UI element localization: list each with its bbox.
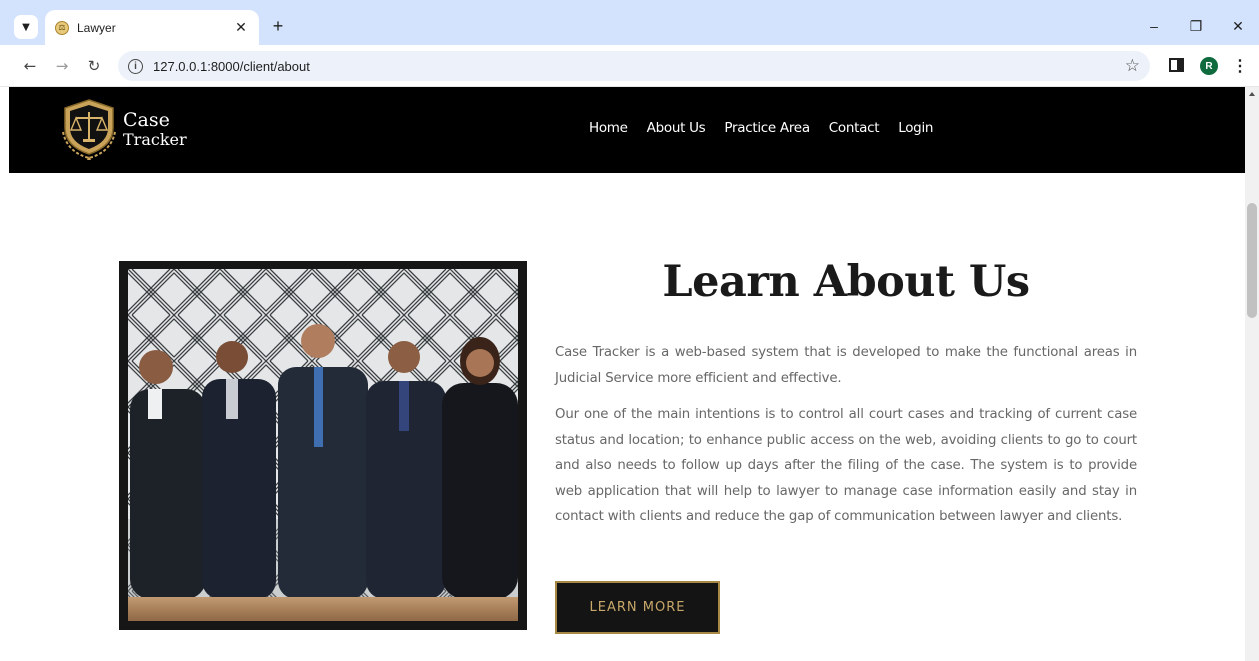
balance-scale-logo-icon: [62, 99, 116, 160]
info-icon[interactable]: i: [128, 58, 143, 74]
new-tab-icon[interactable]: +: [266, 14, 290, 38]
close-icon[interactable]: ✕: [233, 19, 249, 36]
reload-icon[interactable]: ↻: [82, 54, 106, 78]
forward-icon[interactable]: →: [50, 54, 74, 78]
page-scrollbar[interactable]: [1245, 87, 1259, 661]
about-paragraph-2: Our one of the main intentions is to con…: [555, 407, 1137, 524]
window-close-icon[interactable]: ✕: [1217, 12, 1259, 40]
menu-kebab-icon[interactable]: ⋮: [1232, 54, 1248, 78]
bookmark-star-icon[interactable]: ☆: [1125, 56, 1140, 76]
browser-toolbar: ← → ↻ i 127.0.0.1:8000/client/about ☆ R …: [0, 45, 1259, 87]
url-text[interactable]: 127.0.0.1:8000/client/about: [153, 59, 1125, 74]
tab-search-icon[interactable]: ▼: [14, 15, 38, 39]
tab-title: Lawyer: [77, 20, 116, 35]
restore-icon[interactable]: ❐: [1175, 12, 1217, 40]
address-bar[interactable]: i 127.0.0.1:8000/client/about ☆: [118, 51, 1150, 81]
window-controls: – ❐ ✕: [1133, 12, 1259, 40]
balance-scale-favicon-icon: ⚖: [55, 20, 69, 35]
logo-wordmark: Case Tracker: [123, 108, 187, 149]
browser-tab[interactable]: ⚖ Lawyer ✕: [45, 10, 259, 45]
side-panel-icon[interactable]: [1169, 58, 1184, 72]
nav-login[interactable]: Login: [898, 120, 933, 136]
main-menu: Home About Us Practice Area Contact Logi…: [589, 120, 933, 136]
minimize-icon[interactable]: –: [1133, 12, 1175, 40]
logo-line-tracker: Tracker: [123, 129, 187, 149]
browser-tabstrip: ▼ ⚖ Lawyer ✕ + – ❐ ✕: [0, 0, 1259, 45]
about-paragraph-1: Case Tracker is a web-based system that …: [555, 345, 1137, 386]
back-icon[interactable]: ←: [18, 54, 42, 78]
scrollbar-thumb[interactable]: [1247, 203, 1257, 318]
site-logo[interactable]: Case Tracker: [57, 96, 187, 162]
scroll-up-arrow-icon[interactable]: [1249, 92, 1255, 96]
nav-home[interactable]: Home: [589, 120, 628, 136]
logo-line-case: Case: [123, 108, 170, 131]
nav-contact[interactable]: Contact: [829, 120, 880, 136]
team-photo-frame: [119, 261, 527, 630]
avatar[interactable]: R: [1200, 57, 1218, 75]
nav-about-us[interactable]: About Us: [647, 120, 706, 136]
page-viewport: Case Tracker Home About Us Practice Area…: [0, 87, 1259, 661]
about-heading: Learn About Us: [662, 257, 1030, 307]
nav-practice-area[interactable]: Practice Area: [724, 120, 810, 136]
learn-more-button[interactable]: LEARN MORE: [555, 581, 720, 634]
team-photo: [128, 269, 518, 621]
site-navbar: Case Tracker Home About Us Practice Area…: [9, 87, 1246, 173]
